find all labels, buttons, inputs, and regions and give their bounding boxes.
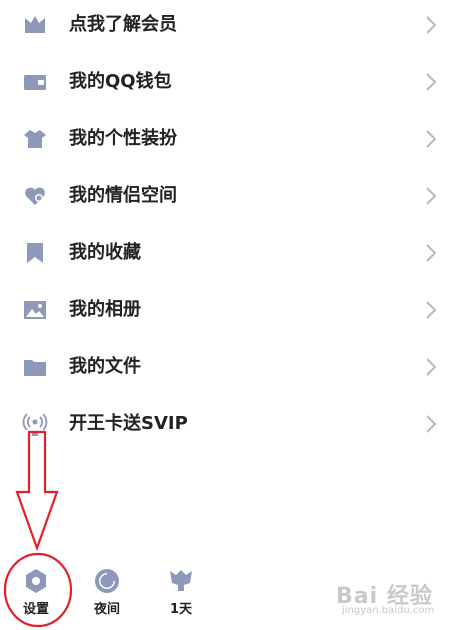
menu-item-label: 我的QQ钱包 [69, 71, 172, 92]
settings-button[interactable]: 设置 [11, 566, 61, 618]
days-button[interactable]: 1天 [156, 566, 206, 618]
wallet-icon [22, 69, 48, 95]
menu-item-couple-space[interactable]: 我的情侣空间 [0, 171, 456, 221]
chevron-right-icon [424, 14, 438, 36]
folder-icon [22, 354, 48, 380]
watermark-sub: jingyan.baidu.com [342, 605, 435, 616]
chevron-right-icon [424, 413, 438, 435]
moon-icon [95, 569, 119, 593]
menu-item-king-card[interactable]: 开王卡送SVIP [0, 399, 456, 449]
menu-item-label: 我的情侣空间 [69, 185, 177, 206]
menu-item-dress-up[interactable]: 我的个性装扮 [0, 114, 456, 164]
baidu-jingyan-watermark: Bai 经验 jingyan.baidu.com [336, 578, 456, 624]
night-label: 夜间 [93, 602, 120, 617]
menu-item-vip[interactable]: 点我了解会员 [0, 0, 456, 50]
night-mode-button[interactable]: 夜间 [82, 566, 132, 618]
signal-card-icon [22, 411, 48, 437]
chevron-right-icon [424, 299, 438, 321]
chevron-right-icon [424, 242, 438, 264]
shirt-icon [22, 126, 48, 152]
menu-item-wallet[interactable]: 我的QQ钱包 [0, 57, 456, 107]
menu-item-files[interactable]: 我的文件 [0, 342, 456, 392]
chevron-right-icon [424, 128, 438, 150]
chevron-right-icon [424, 71, 438, 93]
photo-album-icon [22, 297, 48, 323]
menu-item-label: 我的个性装扮 [69, 128, 177, 149]
menu-item-label: 我的收藏 [69, 242, 141, 263]
menu-item-label: 我的相册 [69, 299, 141, 320]
menu-item-label: 我的文件 [69, 356, 141, 377]
couple-heart-icon [22, 183, 48, 209]
menu-item-favorites[interactable]: 我的收藏 [0, 228, 456, 278]
menu-item-album[interactable]: 我的相册 [0, 285, 456, 335]
menu-item-label: 点我了解会员 [69, 14, 177, 35]
chevron-right-icon [424, 356, 438, 378]
settings-gear-icon [26, 569, 46, 593]
chevron-right-icon [424, 185, 438, 207]
menu-item-label: 开王卡送SVIP [69, 413, 188, 434]
vip-crown-icon [22, 12, 48, 38]
bookmark-icon [22, 240, 48, 266]
settings-label: 设置 [22, 602, 49, 617]
trophy-icon [170, 570, 192, 591]
days-label: 1天 [169, 602, 193, 617]
